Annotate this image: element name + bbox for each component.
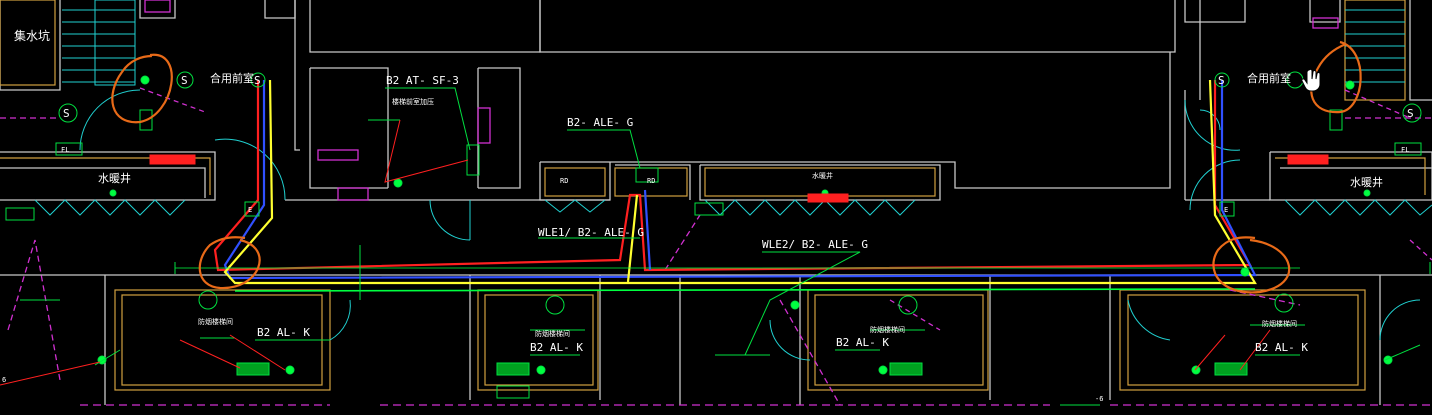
cad-drawing-canvas[interactable]: 集水坑 合用前室 合用前室 水暖井 水暖井 水暖井 B2 AT- SF-3 楼梯…	[0, 0, 1432, 415]
label-fl-left: FL	[61, 146, 69, 154]
hand-pointer-icon	[1301, 68, 1321, 92]
label-wle2: WLE2/ B2- ALE- G	[762, 238, 868, 251]
label-shared-anteroom-left: 合用前室	[210, 71, 254, 85]
label-dim-left: 6	[2, 376, 6, 384]
label-fl-right: FL	[1401, 146, 1409, 154]
label-s-5: S	[1407, 107, 1414, 120]
label-e-right: E	[1224, 206, 1228, 214]
label-wle1: WLE1/ B2- ALE- G	[538, 226, 644, 239]
label-b2-al-k-1: B2 AL- K	[257, 326, 310, 339]
label-sump-pit: 集水坑	[14, 28, 50, 43]
label-rd-1: RD	[560, 177, 568, 185]
label-b2-at-sf-3: B2 AT- SF-3	[386, 74, 459, 87]
cable-yellow	[223, 79, 1257, 285]
label-s-3: S	[254, 74, 261, 87]
markup-circle-mid-left	[198, 236, 261, 290]
label-water-shaft-left: 水暖井	[98, 171, 131, 185]
red-accents	[0, 119, 1329, 386]
label-room-2: 防烟楼梯间	[535, 329, 570, 338]
label-shared-anteroom-right: 合用前室	[1247, 71, 1291, 85]
label-b2-al-k-2: B2 AL- K	[530, 341, 583, 354]
room-outlines	[0, 0, 1426, 391]
label-room-3: 防烟楼梯间	[870, 325, 905, 334]
label-s-2: S	[63, 107, 70, 120]
label-b2-al-k-4: B2 AL- K	[1255, 341, 1308, 354]
label-water-shaft-center: 水暖井	[812, 171, 833, 180]
label-b2-at-sf-3-sub: 楼梯前室加压	[392, 97, 434, 106]
label-s-1: S	[181, 74, 188, 87]
label-b2-al-k-3: B2 AL- K	[836, 336, 889, 349]
cable-red	[213, 80, 1252, 272]
label-water-shaft-right: 水暖井	[1350, 175, 1383, 189]
label-room-1: 防烟楼梯间	[198, 317, 233, 326]
orange-markups	[111, 40, 1362, 294]
fixtures-green	[5, 71, 1431, 406]
label-room-4: 防烟楼梯间	[1262, 319, 1297, 328]
label-dim-right: -6	[1095, 395, 1103, 403]
label-s-4: S	[1218, 74, 1225, 87]
label-b2-ale-g: B2- ALE- G	[567, 116, 633, 129]
cable-green	[175, 267, 1300, 292]
cable-blue	[223, 80, 1257, 280]
label-rd-2: RD	[647, 177, 655, 185]
label-e-left: E	[248, 206, 252, 214]
